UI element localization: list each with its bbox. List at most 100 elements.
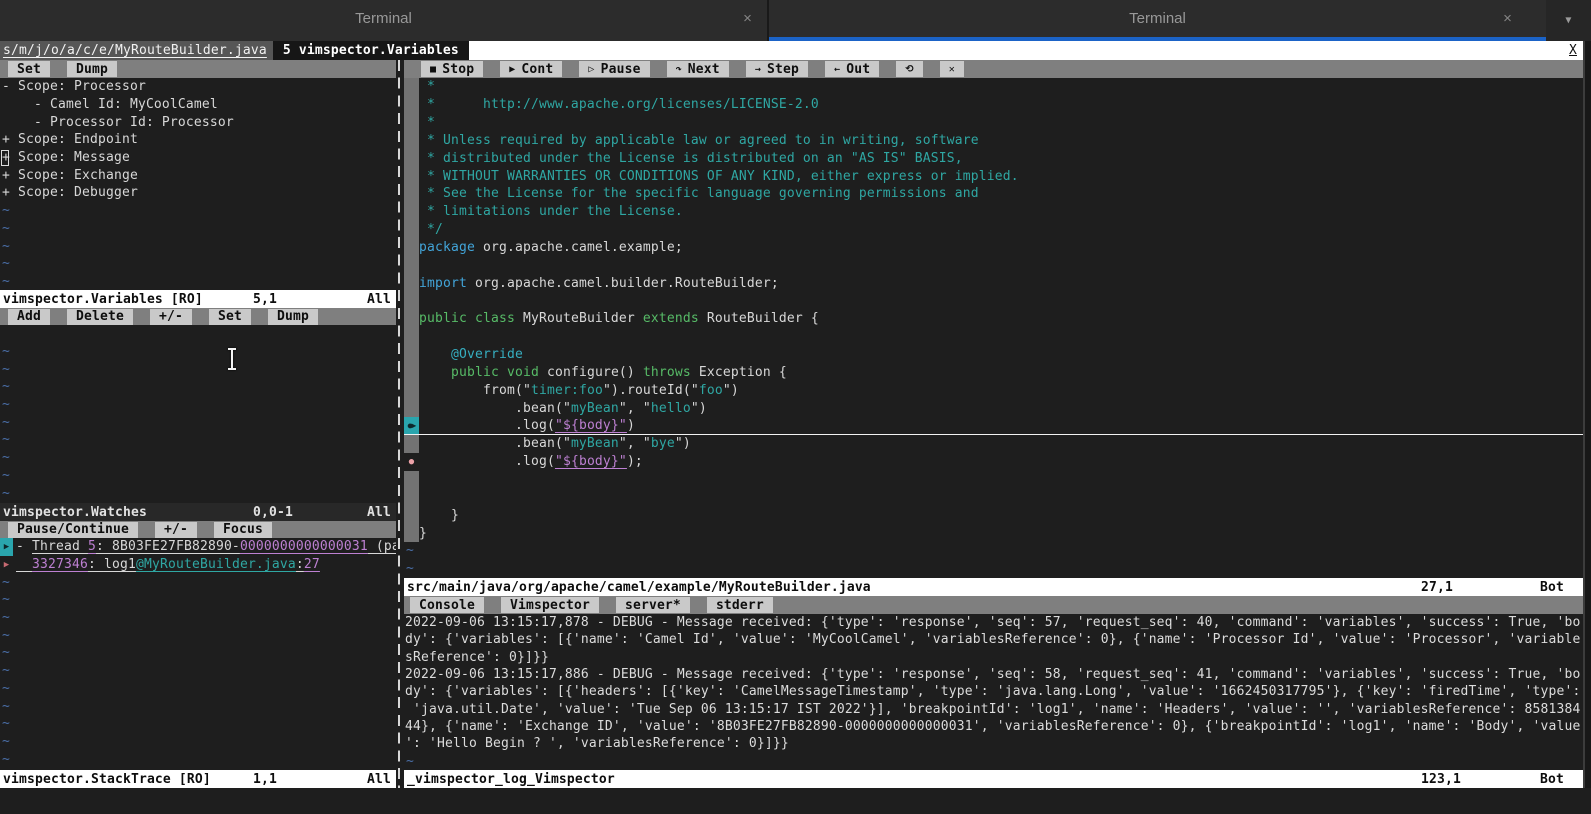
window-separator[interactable]: [396, 60, 404, 788]
code-line: [404, 256, 1583, 274]
step-out-button[interactable]: ←Out: [825, 61, 879, 77]
code-line: .bean("myBean", "hello"): [404, 399, 1583, 417]
code-line: @Override: [404, 346, 1583, 364]
restart-button[interactable]: ⟲: [896, 61, 923, 77]
empty-line-tilde: ~: [0, 591, 396, 609]
pause-continue-button[interactable]: Pause/Continue: [8, 522, 138, 538]
sign-column: [404, 346, 419, 364]
code-line: [404, 328, 1583, 346]
close-icon[interactable]: ×: [743, 10, 752, 27]
tab-myroutebuilder[interactable]: s/m/j/o/a/c/e/MyRouteBuilder.java: [0, 41, 273, 60]
stack-frame-line[interactable]: ▶- Thread 5: 8B03FE27FB82890-00000000000…: [0, 538, 396, 556]
sign-column: [404, 381, 419, 399]
empty-line-tilde: ~: [0, 237, 396, 255]
log-output-pane: 2022-09-06 13:15:17,878 - DEBUG - Messag…: [404, 614, 1583, 770]
step-out-icon: ←: [834, 64, 840, 75]
sign-column: [404, 310, 419, 328]
set-button[interactable]: Set: [8, 61, 50, 77]
scroll-indicator: Bot: [1540, 772, 1564, 787]
server-button[interactable]: server*: [616, 597, 690, 613]
chevron-down-icon: ▼: [1565, 15, 1571, 26]
code-line: from("timer:foo").routeId("foo"): [404, 381, 1583, 399]
variable-tree-line[interactable]: - Camel Id: MyCoolCamel: [0, 96, 396, 114]
stacktrace-pane: ▶- Thread 5: 8B03FE27FB82890-00000000000…: [0, 538, 396, 770]
variable-tree-line[interactable]: + Scope: Endpoint: [0, 131, 396, 149]
stop-button[interactable]: ■Stop: [421, 61, 483, 77]
log-line: ': 'Hello Begin ? ', 'variablesReference…: [404, 735, 1583, 752]
log-line: sReference': 0}]}}: [404, 649, 1583, 666]
expand-collapse-button[interactable]: +/-: [150, 309, 192, 325]
continue-button[interactable]: ▶Cont: [500, 61, 562, 77]
code-line: * distributed under the License is distr…: [404, 149, 1583, 167]
code-line: *: [404, 114, 1583, 132]
sign-column: [404, 364, 419, 382]
sign-column: [404, 506, 419, 524]
stack-frame-line[interactable]: ▶ 3327346: log1@MyRouteBuilder.java:27: [0, 556, 396, 574]
vim-command-line[interactable]: [0, 788, 1591, 814]
close-icon[interactable]: ×: [1503, 10, 1512, 27]
cursor-position: 27,1: [1421, 580, 1453, 595]
code-line: ● .log("${body}");: [404, 453, 1583, 471]
set-button[interactable]: Set: [209, 309, 251, 325]
stacktrace-winbar: Pause/Continue +/- Focus: [0, 521, 396, 538]
code-line: [404, 471, 1583, 489]
program-counter-sign-icon: ●▶: [404, 417, 419, 434]
variables-pane: - Scope: Processor - Camel Id: MyCoolCam…: [0, 78, 396, 290]
sign-column: [404, 78, 419, 96]
empty-line-tilde: ~: [0, 255, 396, 273]
dump-button[interactable]: Dump: [268, 309, 318, 325]
step-into-button[interactable]: →Step: [746, 61, 808, 77]
vimspector-button[interactable]: Vimspector: [501, 597, 599, 613]
variable-tree-line[interactable]: - Processor Id: Processor: [0, 113, 396, 131]
buffer-name: src/main/java/org/apache/camel/example/M…: [407, 580, 871, 595]
code-line: *: [404, 78, 1583, 96]
add-button[interactable]: Add: [8, 309, 50, 325]
empty-line-tilde: ~: [0, 715, 396, 733]
terminal-tab-inactive[interactable]: Terminal ×: [0, 0, 769, 41]
stacktrace-statusline: vimspector.StackTrace [RO] 1,1 All: [0, 770, 396, 788]
code-line: }: [404, 506, 1583, 524]
vim-tabline: s/m/j/o/a/c/e/MyRouteBuilder.java 5 vims…: [0, 41, 1583, 60]
tab-vimspector-variables[interactable]: 5 vimspector.Variables: [273, 41, 469, 60]
stop-icon: ■: [430, 64, 436, 75]
sign-column: [404, 221, 419, 239]
variable-tree-line[interactable]: + Scope: Debugger: [0, 184, 396, 202]
variable-tree-line[interactable]: + Scope: Message: [0, 149, 396, 167]
terminal-tab-active[interactable]: Terminal ×: [769, 0, 1546, 41]
screen: Terminal × Terminal × ▼ s/m/j/o/a/c/e/My…: [0, 0, 1591, 814]
sign-column: [404, 292, 419, 310]
pause-icon: ▷: [588, 64, 594, 75]
code-line: [404, 488, 1583, 506]
pause-button[interactable]: ▷Pause: [579, 61, 649, 77]
variable-tree-line[interactable]: - Scope: Processor: [0, 78, 396, 96]
console-button[interactable]: Console: [410, 597, 484, 613]
code-line: public class MyRouteBuilder extends Rout…: [404, 310, 1583, 328]
tab-menu-button[interactable]: ▼: [1546, 0, 1591, 41]
code-statusline: src/main/java/org/apache/camel/example/M…: [404, 578, 1583, 596]
empty-line-tilde: ~: [0, 733, 396, 751]
code-line: import org.apache.camel.builder.RouteBui…: [404, 274, 1583, 292]
sign-column: [404, 435, 419, 453]
code-line: * WITHOUT WARRANTIES OR CONDITIONS OF AN…: [404, 167, 1583, 185]
code-line: [404, 292, 1583, 310]
watches-statusline: vimspector.Watches 0,0-1 All: [0, 503, 396, 521]
breakpoint-sign-icon[interactable]: ●: [404, 453, 419, 471]
buffer-name: vimspector.StackTrace [RO]: [3, 772, 211, 787]
close-button[interactable]: ✕: [940, 61, 964, 77]
focus-button[interactable]: Focus: [214, 522, 272, 538]
dump-button[interactable]: Dump: [67, 61, 117, 77]
empty-line-tilde: ~: [0, 360, 396, 378]
expand-collapse-button[interactable]: +/-: [155, 522, 197, 538]
cursor-position: 123,1: [1421, 772, 1461, 787]
tab-close-button[interactable]: X: [1569, 41, 1577, 60]
code-line: package org.apache.camel.example;: [404, 239, 1583, 257]
sign-column: [404, 114, 419, 132]
cursor-position: 1,1: [253, 772, 277, 787]
delete-button[interactable]: Delete: [67, 309, 133, 325]
log-statusline: _vimspector_log_Vimspector 123,1 Bot: [404, 770, 1583, 788]
step-over-icon: ↷: [676, 64, 682, 75]
log-line: 2022-09-06 13:15:17,886 - DEBUG - Messag…: [404, 666, 1583, 683]
step-over-button[interactable]: ↷Next: [667, 61, 729, 77]
stderr-button[interactable]: stderr: [707, 597, 773, 613]
variable-tree-line[interactable]: + Scope: Exchange: [0, 166, 396, 184]
